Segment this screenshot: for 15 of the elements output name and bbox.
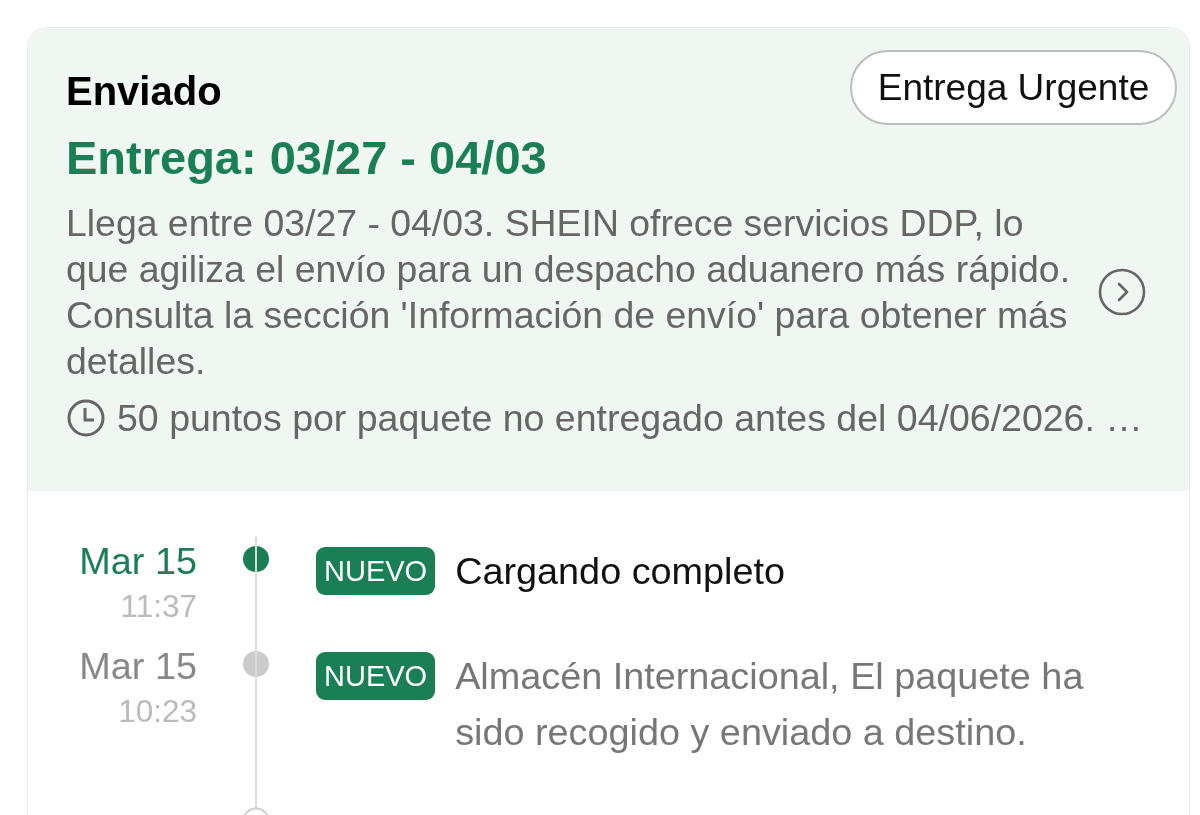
delivery-date-range: Entrega: 03/27 - 04/03 bbox=[66, 131, 547, 185]
shipping-info-text: Llega entre 03/27 - 04/03. SHEIN ofrece servicios DDP, lo que agiliza el envío para un despacho aduanero más rápido. Consulta la sección 'Información de envío' para obtener más detalles. bbox=[66, 201, 1071, 384]
event-time: 11:37 bbox=[120, 589, 197, 623]
new-badge: NUEVO bbox=[316, 547, 436, 595]
event-description: Cargando completo bbox=[455, 549, 785, 594]
event-time: 10:23 bbox=[118, 694, 197, 728]
event-date: Mar 15 bbox=[79, 541, 197, 581]
new-badge: NUEVO bbox=[316, 652, 436, 700]
event-date: Mar 15 bbox=[79, 646, 197, 686]
chevron-right-icon[interactable] bbox=[1098, 268, 1146, 316]
event-description: Almacén Internacional, El paquete ha sido recogido y enviado a destino. bbox=[455, 654, 1085, 755]
status-title: Enviado bbox=[66, 68, 222, 115]
urgent-delivery-button[interactable]: Entrega Urgente bbox=[850, 50, 1177, 125]
clock-icon bbox=[67, 399, 105, 437]
points-note: 50 puntos por paquete no entregado antes del 04/06/2026. … bbox=[117, 396, 1143, 441]
